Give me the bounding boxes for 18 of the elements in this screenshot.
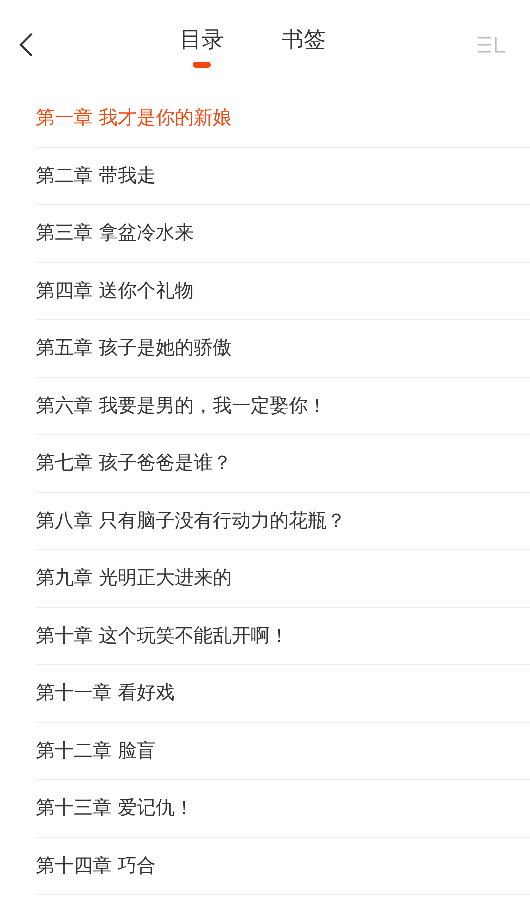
- back-icon[interactable]: [18, 33, 34, 57]
- tab-indicator: [193, 62, 211, 68]
- chapter-item[interactable]: 第十四章 巧合: [36, 852, 156, 880]
- chapter-item[interactable]: 第三章 拿盆冷水来: [36, 219, 194, 248]
- chapter-item[interactable]: 第二章 带我走: [36, 162, 156, 190]
- chapter-item[interactable]: 第一章 我才是你的新娘: [36, 104, 232, 132]
- chapter-item[interactable]: 第六章 我要是男的，我一定娶你！: [36, 392, 328, 420]
- chapter-item[interactable]: 第五章 孩子是她的骄傲: [36, 334, 232, 362]
- chapter-item[interactable]: 第十一章 看好戏: [36, 679, 176, 708]
- tab[interactable]: 书签: [282, 24, 326, 68]
- chapter-item[interactable]: 第九章 光明正大进来的: [36, 564, 232, 592]
- chapter-item[interactable]: 第八章 只有脑子没有行动力的花瓶？: [36, 506, 346, 535]
- tab[interactable]: 目录: [180, 24, 224, 68]
- chapter-item[interactable]: 第十三章 爱记仇！: [36, 794, 194, 822]
- chapter-item[interactable]: 第七章 孩子爸爸是谁？: [36, 449, 232, 478]
- chapter-item[interactable]: 第十章 这个玩笑不能乱开啊！: [36, 622, 290, 650]
- chapter-item[interactable]: 第十二章 脸盲: [36, 736, 156, 765]
- chapter-item[interactable]: 第四章 送你个礼物: [36, 276, 194, 305]
